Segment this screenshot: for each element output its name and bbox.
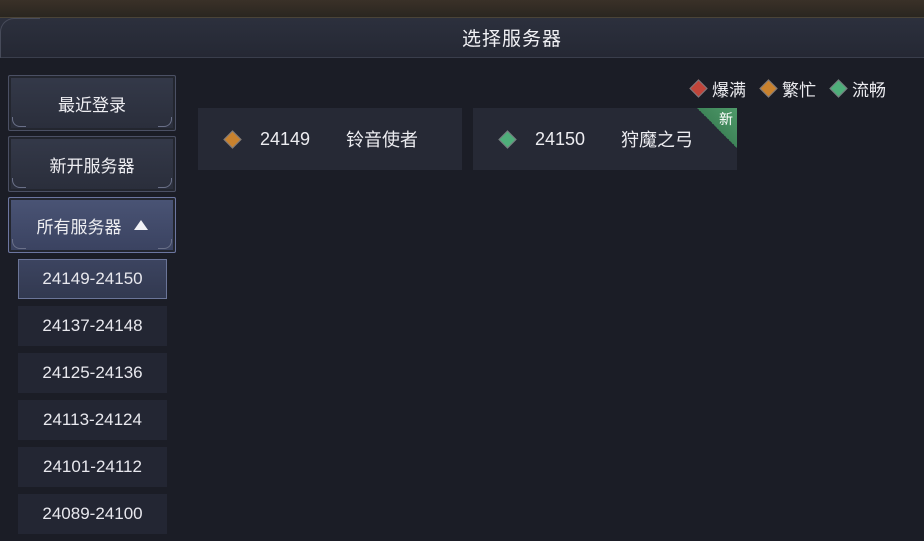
status-smooth-icon bbox=[499, 131, 515, 147]
recent-login-button[interactable]: 最近登录 bbox=[8, 75, 176, 131]
all-servers-label: 所有服务器 bbox=[36, 217, 122, 238]
collapse-arrow-icon bbox=[133, 220, 148, 230]
corner-ornament-icon bbox=[12, 178, 26, 188]
range-item[interactable]: 24113-24124 bbox=[18, 400, 167, 440]
new-servers-label: 新开服务器 bbox=[49, 156, 135, 177]
server-id: 24150 bbox=[535, 128, 586, 149]
legend-busy-label: 繁忙 bbox=[782, 80, 816, 101]
new-badge-label: 新 bbox=[719, 112, 733, 128]
status-smooth-icon bbox=[830, 80, 846, 96]
title-bar: 选择服务器 bbox=[0, 18, 924, 58]
legend-full: 爆满 bbox=[690, 76, 746, 101]
status-busy-icon bbox=[760, 80, 776, 96]
server-range-list: 24149-24150 24137-24148 24125-24136 2411… bbox=[18, 259, 168, 541]
top-band bbox=[0, 0, 924, 18]
recent-login-label: 最近登录 bbox=[58, 95, 126, 116]
range-item[interactable]: 24101-24112 bbox=[18, 447, 167, 487]
server-name: 铃音使者 bbox=[346, 130, 418, 151]
legend-smooth: 流畅 bbox=[830, 76, 886, 101]
all-servers-button[interactable]: 所有服务器 bbox=[8, 197, 176, 253]
status-busy-icon bbox=[224, 131, 240, 147]
legend-full-label: 爆满 bbox=[712, 80, 746, 101]
legend-smooth-label: 流畅 bbox=[852, 80, 886, 101]
range-item[interactable]: 24089-24100 bbox=[18, 494, 167, 534]
range-item[interactable]: 24149-24150 bbox=[18, 259, 167, 299]
server-id: 24149 bbox=[260, 128, 311, 149]
server-card[interactable]: 24149 铃音使者 bbox=[198, 108, 462, 170]
server-card[interactable]: 24150 狩魔之弓 新 bbox=[473, 108, 737, 170]
corner-ornament-icon bbox=[12, 239, 26, 249]
status-legend: 爆满 繁忙 流畅 bbox=[690, 76, 892, 101]
new-badge: 新 bbox=[697, 108, 737, 148]
new-servers-button[interactable]: 新开服务器 bbox=[8, 136, 176, 192]
range-item[interactable]: 24125-24136 bbox=[18, 353, 167, 393]
corner-ornament-icon bbox=[158, 117, 172, 127]
corner-ornament-icon bbox=[158, 239, 172, 249]
range-item[interactable]: 24137-24148 bbox=[18, 306, 167, 346]
page-title: 选择服务器 bbox=[461, 28, 562, 50]
title-corner-ornament bbox=[0, 18, 40, 58]
legend-busy: 繁忙 bbox=[760, 76, 816, 101]
corner-ornament-icon bbox=[12, 117, 26, 127]
sidebar: 最近登录 新开服务器 所有服务器 bbox=[8, 75, 178, 258]
server-name: 狩魔之弓 bbox=[621, 130, 693, 151]
status-full-icon bbox=[690, 80, 706, 96]
corner-ornament-icon bbox=[158, 178, 172, 188]
